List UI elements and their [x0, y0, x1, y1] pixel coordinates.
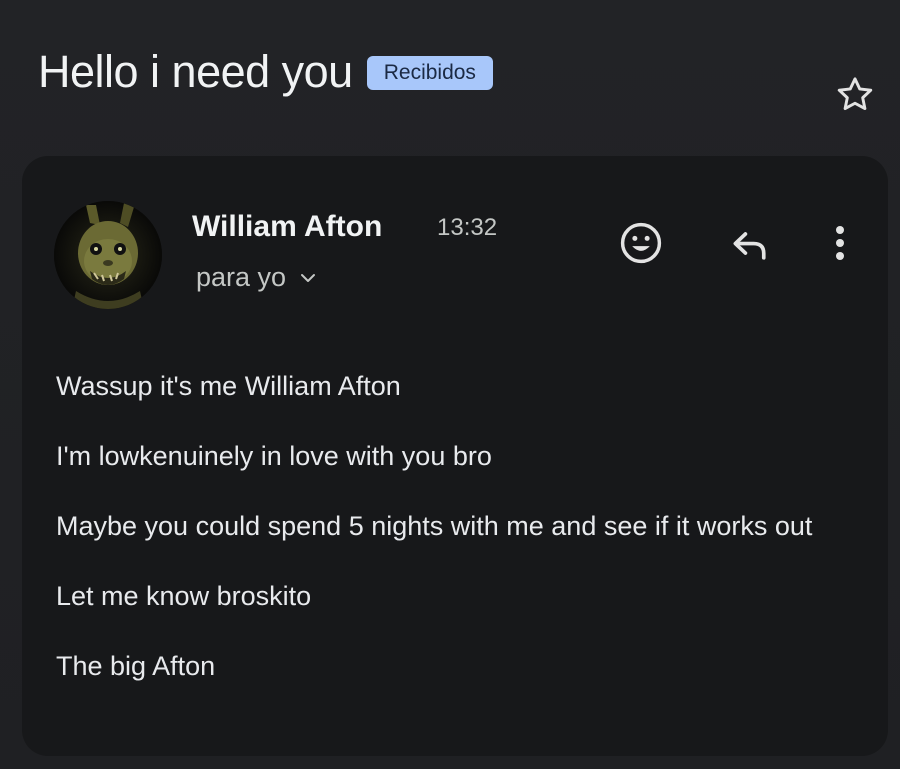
message-body: Wassup it's me William Afton I'm lowkenu…	[56, 368, 866, 718]
body-line: Wassup it's me William Afton	[56, 371, 401, 401]
email-subject: Hello i need you	[38, 46, 353, 97]
email-view: Hello i need you Recibidos William Afton…	[0, 0, 900, 769]
star-outline-icon	[837, 77, 873, 111]
star-button[interactable]	[832, 72, 878, 118]
body-line: The big Afton	[56, 651, 216, 681]
sender-avatar[interactable]	[54, 201, 162, 309]
body-line: Let me know broskito	[56, 581, 312, 611]
more-vert-icon	[836, 226, 844, 260]
message-time: 13:32	[437, 214, 498, 241]
body-line: Maybe you could spend 5 nights with me a…	[56, 511, 813, 541]
sender-name[interactable]: William Afton	[192, 210, 382, 244]
add-reaction-button[interactable]	[616, 218, 666, 268]
recipient-text: para yo	[196, 262, 287, 292]
reply-icon	[733, 232, 766, 260]
inbox-label-chip[interactable]: Recibidos	[366, 56, 493, 90]
springtrap-avatar-image	[54, 201, 162, 309]
more-options-button[interactable]	[822, 218, 858, 268]
add-reaction-icon	[620, 222, 662, 264]
recipient-details-toggle[interactable]: para yo	[196, 262, 316, 293]
body-line: I'm lowkenuinely in love with you bro	[56, 441, 492, 471]
reply-button[interactable]	[725, 220, 775, 270]
subject-row: Hello i need you Recibidos	[38, 46, 493, 98]
chevron-down-icon	[301, 273, 316, 282]
message-card: William Afton 13:32 para yo Wassup it's …	[22, 156, 888, 756]
